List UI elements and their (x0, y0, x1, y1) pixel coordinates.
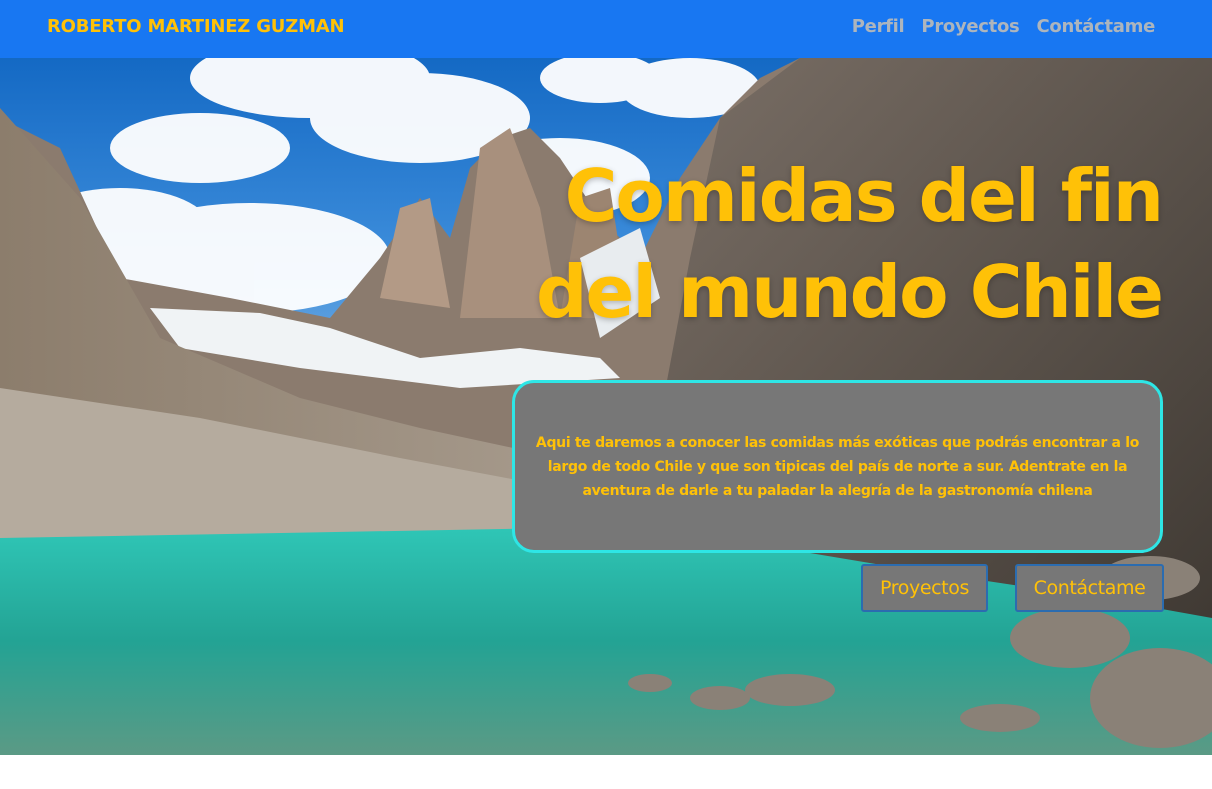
brand-link[interactable]: ROBERTO MARTINEZ GUZMAN (47, 14, 345, 40)
contact-button[interactable]: Contáctame (1015, 564, 1164, 612)
nav-links: Perfil Proyectos Contáctame (852, 13, 1156, 41)
hero-section: Comidas del fin del mundo Chile Aqui te … (0, 58, 1212, 755)
nav-link-perfil[interactable]: Perfil (852, 13, 905, 41)
hero-description-box: Aqui te daremos a conocer las comidas má… (512, 380, 1163, 553)
nav-link-proyectos[interactable]: Proyectos (921, 13, 1019, 41)
hero-title: Comidas del fin del mundo Chile (535, 154, 1164, 334)
projects-button[interactable]: Proyectos (861, 564, 988, 612)
nav-link-contactame[interactable]: Contáctame (1036, 13, 1155, 41)
hero-description: Aqui te daremos a conocer las comidas má… (535, 434, 1140, 499)
navbar: ROBERTO MARTINEZ GUZMAN Perfil Proyectos… (0, 0, 1212, 58)
